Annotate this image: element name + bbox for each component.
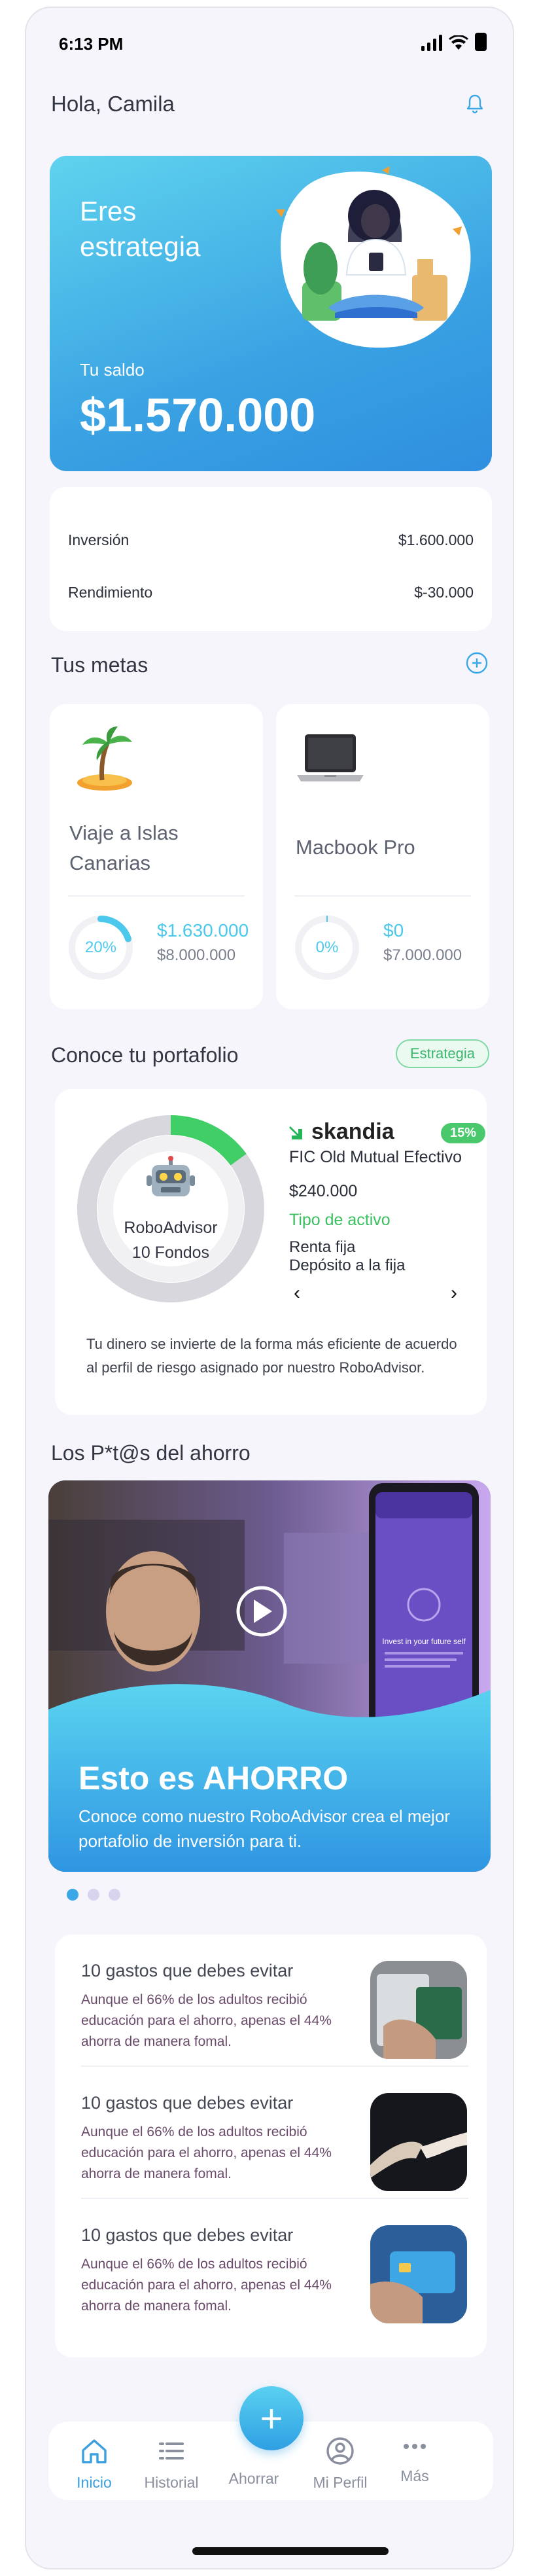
goal-percent: 0% [315, 939, 339, 956]
laptop-icon [297, 734, 364, 781]
article-thumbnail [370, 2093, 467, 2191]
asset-type-value: Renta fija [289, 1238, 356, 1256]
nav-label: Inicio [77, 2474, 112, 2491]
list-icon [159, 2442, 184, 2460]
article-thumbnail [370, 2225, 467, 2323]
video-card[interactable]: Invest in your future self Esto es AHORR… [48, 1480, 491, 1872]
return-value: $-30.000 [414, 584, 474, 601]
article-title: 10 gastos que debes evitar [81, 2093, 294, 2113]
battery-icon [475, 33, 487, 51]
donut-subtitle: 10 Fondos [131, 1243, 210, 1262]
video-title: Esto es AHORRO [78, 1760, 349, 1797]
return-label: Rendimiento [68, 584, 153, 601]
article-body: Aunque el 66% de los adultos recibió edu… [81, 2257, 332, 2314]
article-title: 10 gastos que debes evitar [81, 2225, 294, 2245]
skandia-logo: skandia [289, 1119, 394, 1145]
balance-label: Tu saldo [80, 360, 145, 380]
palm-island-icon [77, 726, 132, 791]
add-goal-icon[interactable] [464, 651, 489, 675]
meditating-woman-illustration [276, 166, 471, 348]
nav-ahorrar[interactable]: Ahorrar [215, 2463, 293, 2488]
goal-name: Macbook Pro [296, 836, 415, 859]
article-item[interactable]: 10 gastos que debes evitar Aunque el 66%… [55, 1935, 487, 2067]
goal-saved: $0 [383, 920, 404, 940]
home-indicator [192, 2547, 389, 2555]
articles-card: 10 gastos que debes evitar Aunque el 66%… [55, 1935, 487, 2357]
more-icon [404, 2444, 426, 2449]
summary-card: Inversión $1.600.000 Rendimiento $-30.00… [50, 487, 492, 631]
portfolio-description: Tu dinero se invierte de la forma más ef… [86, 1336, 457, 1376]
carousel-dot[interactable] [109, 1889, 120, 1901]
carousel-dot[interactable] [88, 1889, 99, 1901]
wifi-icon [449, 35, 468, 50]
profile-icon [326, 2437, 354, 2465]
nav-label: Más [400, 2467, 429, 2484]
article-body: Aunque el 66% de los adultos recibió edu… [81, 1992, 332, 2049]
portfolio-title: Conoce tu portafolio [51, 1043, 239, 1067]
article-title: 10 gastos que debes evitar [81, 1961, 294, 1980]
goals-title: Tus metas [51, 653, 148, 677]
portfolio-card: RoboAdvisor 10 Fondos skandia 15% FIC Ol… [55, 1089, 487, 1415]
phone-screen-title: Invest in your future self [382, 1637, 466, 1646]
article-item[interactable]: 10 gastos que debes evitar Aunque el 66%… [55, 2067, 487, 2199]
nav-label: Historial [144, 2474, 199, 2491]
nav-historial[interactable]: Historial [132, 2435, 211, 2492]
goal-card-macbook[interactable]: Macbook Pro 0% $0 $7.000.000 [276, 704, 489, 1009]
nav-inicio[interactable]: Inicio [55, 2435, 133, 2492]
balance-card[interactable]: Eres estrategia Tu saldo $1.570.000 [50, 156, 492, 471]
brand-name: skandia [311, 1119, 394, 1144]
nav-mas[interactable]: Más [375, 2435, 454, 2485]
plus-icon: + [260, 2396, 283, 2441]
nav-label: Mi Perfil [313, 2474, 368, 2491]
goal-card-canarias[interactable]: Viaje a Islas Canarias 20% $1.630.000 $8… [50, 704, 263, 1009]
prev-fund-button[interactable]: ‹ [284, 1280, 310, 1306]
portfolio-donut-chart [77, 1115, 264, 1302]
article-item[interactable]: 10 gastos que debes evitar Aunque el 66%… [55, 2199, 487, 2331]
investment-row: Inversión $1.600.000 [68, 531, 474, 549]
article-body: Aunque el 66% de los adultos recibió edu… [81, 2124, 332, 2181]
goal-name: Viaje a Islas Canarias [69, 821, 179, 874]
robot-icon [147, 1156, 195, 1196]
goal-target: $7.000.000 [383, 946, 462, 964]
article-thumbnail [370, 1961, 467, 2059]
investment-label: Inversión [68, 531, 130, 548]
status-icons [421, 33, 487, 51]
goal-saved: $1.630.000 [157, 920, 249, 940]
fund-amount: $240.000 [289, 1182, 358, 1200]
return-row: Rendimiento $-30.000 [68, 584, 474, 601]
nav-label: Ahorrar [228, 2470, 279, 2487]
strategy-badge: Estrategia [395, 1039, 489, 1068]
phone-frame: 6:13 PM Hola, Camila Eres estrategia Tu … [25, 7, 514, 2569]
carousel-dots [67, 1889, 120, 1901]
fund-percent-badge: 15% [441, 1123, 486, 1143]
next-fund-button[interactable]: › [441, 1280, 467, 1306]
investment-value: $1.600.000 [398, 531, 474, 548]
balance-value: $1.570.000 [80, 389, 316, 442]
home-icon [82, 2439, 107, 2463]
fund-name: FIC Old Mutual Efectivo [289, 1148, 462, 1166]
asset-type-label: Tipo de activo [289, 1211, 391, 1229]
greeting: Hola, Camila [51, 92, 175, 116]
status-bar: 6:13 PM [26, 8, 513, 73]
asset-type-value: Depósito a la fija [289, 1257, 406, 1274]
carousel-dot[interactable] [67, 1889, 78, 1901]
video-description: Conoce como nuestro RoboAdvisor crea el … [78, 1806, 450, 1851]
goal-divider [68, 895, 245, 897]
skandia-arrow-icon [289, 1126, 302, 1139]
add-savings-button[interactable]: + [239, 2386, 304, 2450]
savings-title: Los P*t@s del ahorro [51, 1441, 251, 1465]
investor-profile-title: Eres estrategia [80, 196, 201, 262]
donut-title: RoboAdvisor [124, 1219, 218, 1237]
goal-percent: 20% [84, 939, 117, 956]
nav-perfil[interactable]: Mi Perfil [301, 2435, 379, 2492]
status-time: 6:13 PM [59, 34, 124, 54]
goal-divider [294, 895, 471, 897]
signal-icon [421, 34, 442, 51]
bell-icon[interactable] [463, 92, 487, 115]
goal-target: $8.000.000 [157, 946, 236, 964]
